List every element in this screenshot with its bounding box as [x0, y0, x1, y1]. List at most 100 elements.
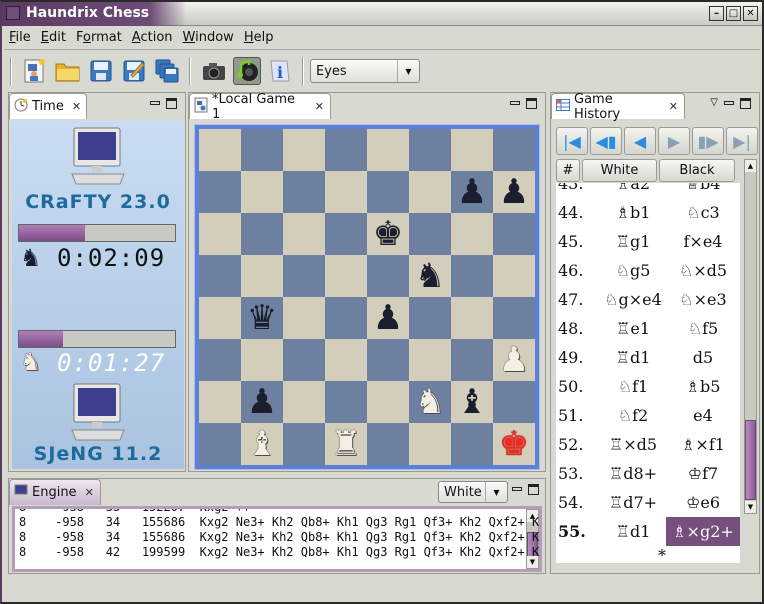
close-tab-icon[interactable]: ✕	[315, 100, 324, 113]
square-b3[interactable]	[241, 339, 283, 381]
minimize-panel-icon[interactable]	[150, 101, 160, 105]
square-c4[interactable]	[283, 297, 325, 339]
maximize-button[interactable]: □	[726, 6, 741, 21]
square-e7[interactable]	[367, 171, 409, 213]
black-pawn-piece[interactable]: ♟	[499, 175, 529, 209]
next-move-button[interactable]: ▶	[658, 127, 690, 155]
white-rook-piece[interactable]: ♜	[331, 427, 361, 461]
square-g3[interactable]	[451, 339, 493, 381]
minimize-panel-icon[interactable]	[510, 101, 520, 105]
minimize-button[interactable]: –	[709, 6, 724, 21]
square-g5[interactable]	[451, 255, 493, 297]
square-f6[interactable]	[409, 213, 451, 255]
maximize-panel-icon[interactable]	[526, 98, 537, 109]
square-d1[interactable]: ♜	[325, 423, 367, 465]
white-move[interactable]: ♖d1	[600, 348, 666, 367]
square-c5[interactable]	[283, 255, 325, 297]
white-move[interactable]: ♗b1	[600, 203, 666, 222]
scrollbar-thumb[interactable]	[745, 420, 756, 500]
square-e1[interactable]	[367, 423, 409, 465]
open-folder-icon[interactable]	[54, 57, 82, 85]
square-a5[interactable]	[199, 255, 241, 297]
white-move[interactable]: ♖d8+	[600, 464, 666, 483]
black-move[interactable]: ♗b5	[666, 377, 740, 396]
menu-window[interactable]: Window	[178, 28, 239, 49]
save-all-icon[interactable]	[153, 57, 181, 85]
black-move[interactable]: ♘c3	[666, 203, 740, 222]
tab-time[interactable]: Time ✕	[9, 93, 87, 119]
view-menu-icon[interactable]: ▽	[710, 97, 718, 109]
square-b6[interactable]	[241, 213, 283, 255]
black-bishop-piece[interactable]: ♝	[457, 385, 487, 419]
white-move[interactable]: ♖e1	[600, 319, 666, 338]
previous-variation-button[interactable]: ◀▮	[590, 127, 622, 155]
white-move[interactable]: ♗a2	[600, 183, 666, 193]
black-king-piece[interactable]: ♚	[373, 217, 403, 251]
column-header-number[interactable]: #	[556, 159, 580, 182]
black-move[interactable]: ♕b4	[666, 183, 740, 193]
square-f5[interactable]: ♞	[409, 255, 451, 297]
black-move[interactable]: ♘×e3	[666, 290, 740, 309]
square-a2[interactable]	[199, 381, 241, 423]
column-header-black[interactable]: Black	[659, 159, 735, 182]
square-h3[interactable]: ♟	[493, 339, 535, 381]
black-move[interactable]: e4	[666, 406, 740, 425]
square-e3[interactable]	[367, 339, 409, 381]
black-queen-piece[interactable]: ♛	[247, 301, 277, 335]
theme-select[interactable]: Eyes ▼	[310, 59, 420, 83]
square-g2[interactable]: ♝	[451, 381, 493, 423]
tab-local-game[interactable]: *Local Game 1 ✕	[189, 92, 331, 122]
square-f3[interactable]	[409, 339, 451, 381]
title-bar[interactable]: Haundrix Chess – □ ✕	[2, 2, 762, 26]
square-f1[interactable]	[409, 423, 451, 465]
chess-board[interactable]: ♟ ♟ ♚ ♞ ♛ ♟ ♟ ♟ ♞ ♝ ♝ ♜ ♚	[194, 124, 540, 470]
black-knight-piece[interactable]: ♞	[415, 259, 445, 293]
square-b5[interactable]	[241, 255, 283, 297]
square-f8[interactable]	[409, 129, 451, 171]
black-move[interactable]: d5	[666, 348, 740, 367]
square-h2[interactable]	[493, 381, 535, 423]
square-c1[interactable]	[283, 423, 325, 465]
white-move[interactable]: ♖d7+	[600, 493, 666, 512]
maximize-panel-icon[interactable]	[528, 484, 539, 495]
app-icon[interactable]	[6, 6, 20, 20]
black-move[interactable]: ♔e6	[666, 493, 740, 512]
black-pawn-piece[interactable]: ♟	[247, 385, 277, 419]
square-h4[interactable]	[493, 297, 535, 339]
white-move[interactable]: ♘f1	[600, 377, 666, 396]
square-a1[interactable]	[199, 423, 241, 465]
new-game-icon[interactable]	[21, 57, 49, 85]
black-pawn-piece[interactable]: ♟	[457, 175, 487, 209]
square-d4[interactable]	[325, 297, 367, 339]
square-a7[interactable]	[199, 171, 241, 213]
tab-engine[interactable]: Engine ✕	[9, 479, 101, 505]
next-variation-button[interactable]: ▮▶	[692, 127, 724, 155]
square-e8[interactable]	[367, 129, 409, 171]
white-move[interactable]: ♖d1	[600, 522, 666, 541]
white-move[interactable]: ♘g×e4	[600, 290, 666, 309]
square-a4[interactable]	[199, 297, 241, 339]
black-move[interactable]: ♗×f1	[666, 435, 740, 454]
square-d8[interactable]	[325, 129, 367, 171]
square-c7[interactable]	[283, 171, 325, 213]
square-g6[interactable]	[451, 213, 493, 255]
square-a8[interactable]	[199, 129, 241, 171]
white-bishop-piece[interactable]: ♝	[247, 427, 277, 461]
square-f2[interactable]: ♞	[409, 381, 451, 423]
square-c2[interactable]	[283, 381, 325, 423]
maximize-panel-icon[interactable]	[166, 98, 177, 109]
white-move[interactable]: ♖×d5	[600, 435, 666, 454]
square-d2[interactable]	[325, 381, 367, 423]
square-h1[interactable]: ♚	[493, 423, 535, 465]
square-d5[interactable]	[325, 255, 367, 297]
square-h6[interactable]	[493, 213, 535, 255]
white-move[interactable]: ♘g5	[600, 261, 666, 280]
minimize-panel-icon[interactable]	[724, 101, 734, 105]
close-tab-icon[interactable]: ✕	[669, 100, 678, 113]
square-c6[interactable]	[283, 213, 325, 255]
chevron-down-icon[interactable]: ▼	[397, 60, 419, 82]
square-e5[interactable]	[367, 255, 409, 297]
square-f4[interactable]	[409, 297, 451, 339]
square-g4[interactable]	[451, 297, 493, 339]
square-b4[interactable]: ♛	[241, 297, 283, 339]
